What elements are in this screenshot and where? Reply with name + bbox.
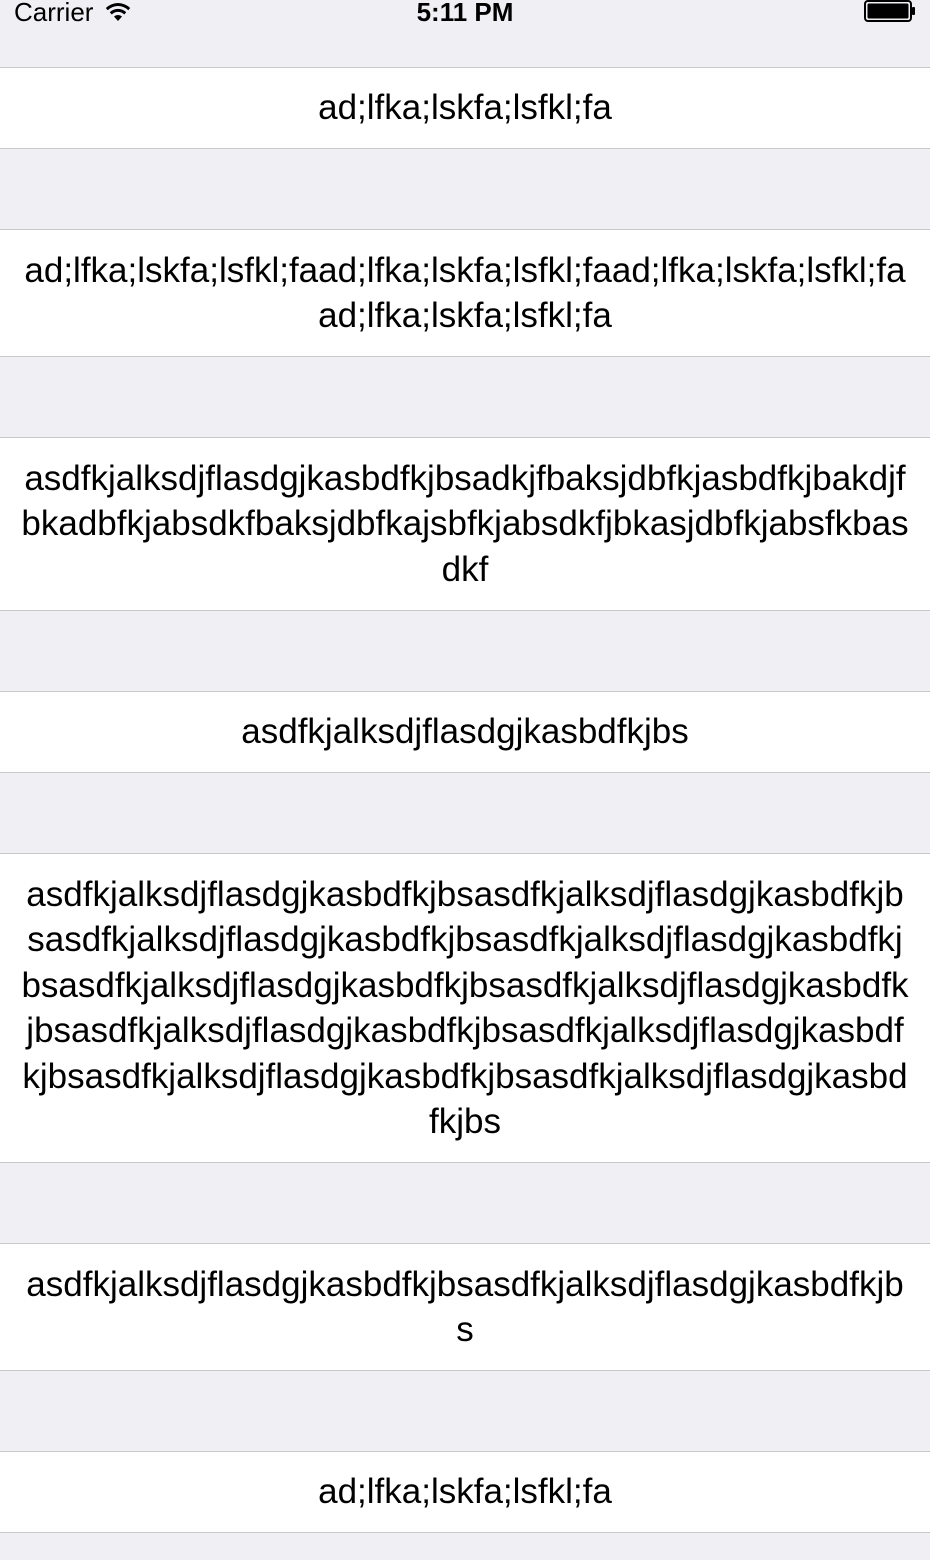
- status-time: 5:11 PM: [416, 0, 514, 27]
- section-gap: [0, 149, 930, 229]
- table-cell[interactable]: asdfkjalksdjflasdgjkasbdfkjbsasdfkjalksd…: [0, 853, 930, 1163]
- table-view[interactable]: ad;lfka;lskfa;lsfkl;fa ad;lfka;lskfa;lsf…: [0, 67, 930, 1533]
- cell-label: ad;lfka;lskfa;lsfkl;faad;lfka;lskfa;lsfk…: [24, 250, 906, 336]
- cell-label: asdfkjalksdjflasdgjkasbdfkjbsadkjfbaksjd…: [21, 458, 909, 589]
- section-gap: [0, 1371, 930, 1451]
- table-cell[interactable]: asdfkjalksdjflasdgjkasbdfkjbsasdfkjalksd…: [0, 1243, 930, 1371]
- section-gap: [0, 1163, 930, 1243]
- table-cell[interactable]: ad;lfka;lskfa;lsfkl;faad;lfka;lskfa;lsfk…: [0, 229, 930, 357]
- cell-label: asdfkjalksdjflasdgjkasbdfkjbsasdfkjalksd…: [21, 874, 909, 1142]
- section-gap: [0, 357, 930, 437]
- cell-label: asdfkjalksdjflasdgjkasbdfkjbsasdfkjalksd…: [26, 1264, 904, 1350]
- cell-label: ad;lfka;lskfa;lsfkl;fa: [318, 1472, 612, 1512]
- status-bar: Carrier 5:11 PM: [0, 0, 930, 28]
- table-cell[interactable]: asdfkjalksdjflasdgjkasbdfkjbsadkjfbaksjd…: [0, 437, 930, 611]
- battery-icon: [864, 0, 915, 22]
- cell-label: asdfkjalksdjflasdgjkasbdfkjbs: [241, 712, 689, 752]
- screen: Carrier 5:11 PM ad;lfka;lskfa;lsfkl;fa a…: [0, 0, 930, 1560]
- section-gap: [0, 773, 930, 853]
- table-cell[interactable]: ad;lfka;lskfa;lsfkl;fa: [0, 67, 930, 149]
- cell-label: ad;lfka;lskfa;lsfkl;fa: [318, 88, 612, 128]
- table-cell[interactable]: asdfkjalksdjflasdgjkasbdfkjbs: [0, 691, 930, 773]
- section-gap: [0, 611, 930, 691]
- table-cell[interactable]: ad;lfka;lskfa;lsfkl;fa: [0, 1451, 930, 1533]
